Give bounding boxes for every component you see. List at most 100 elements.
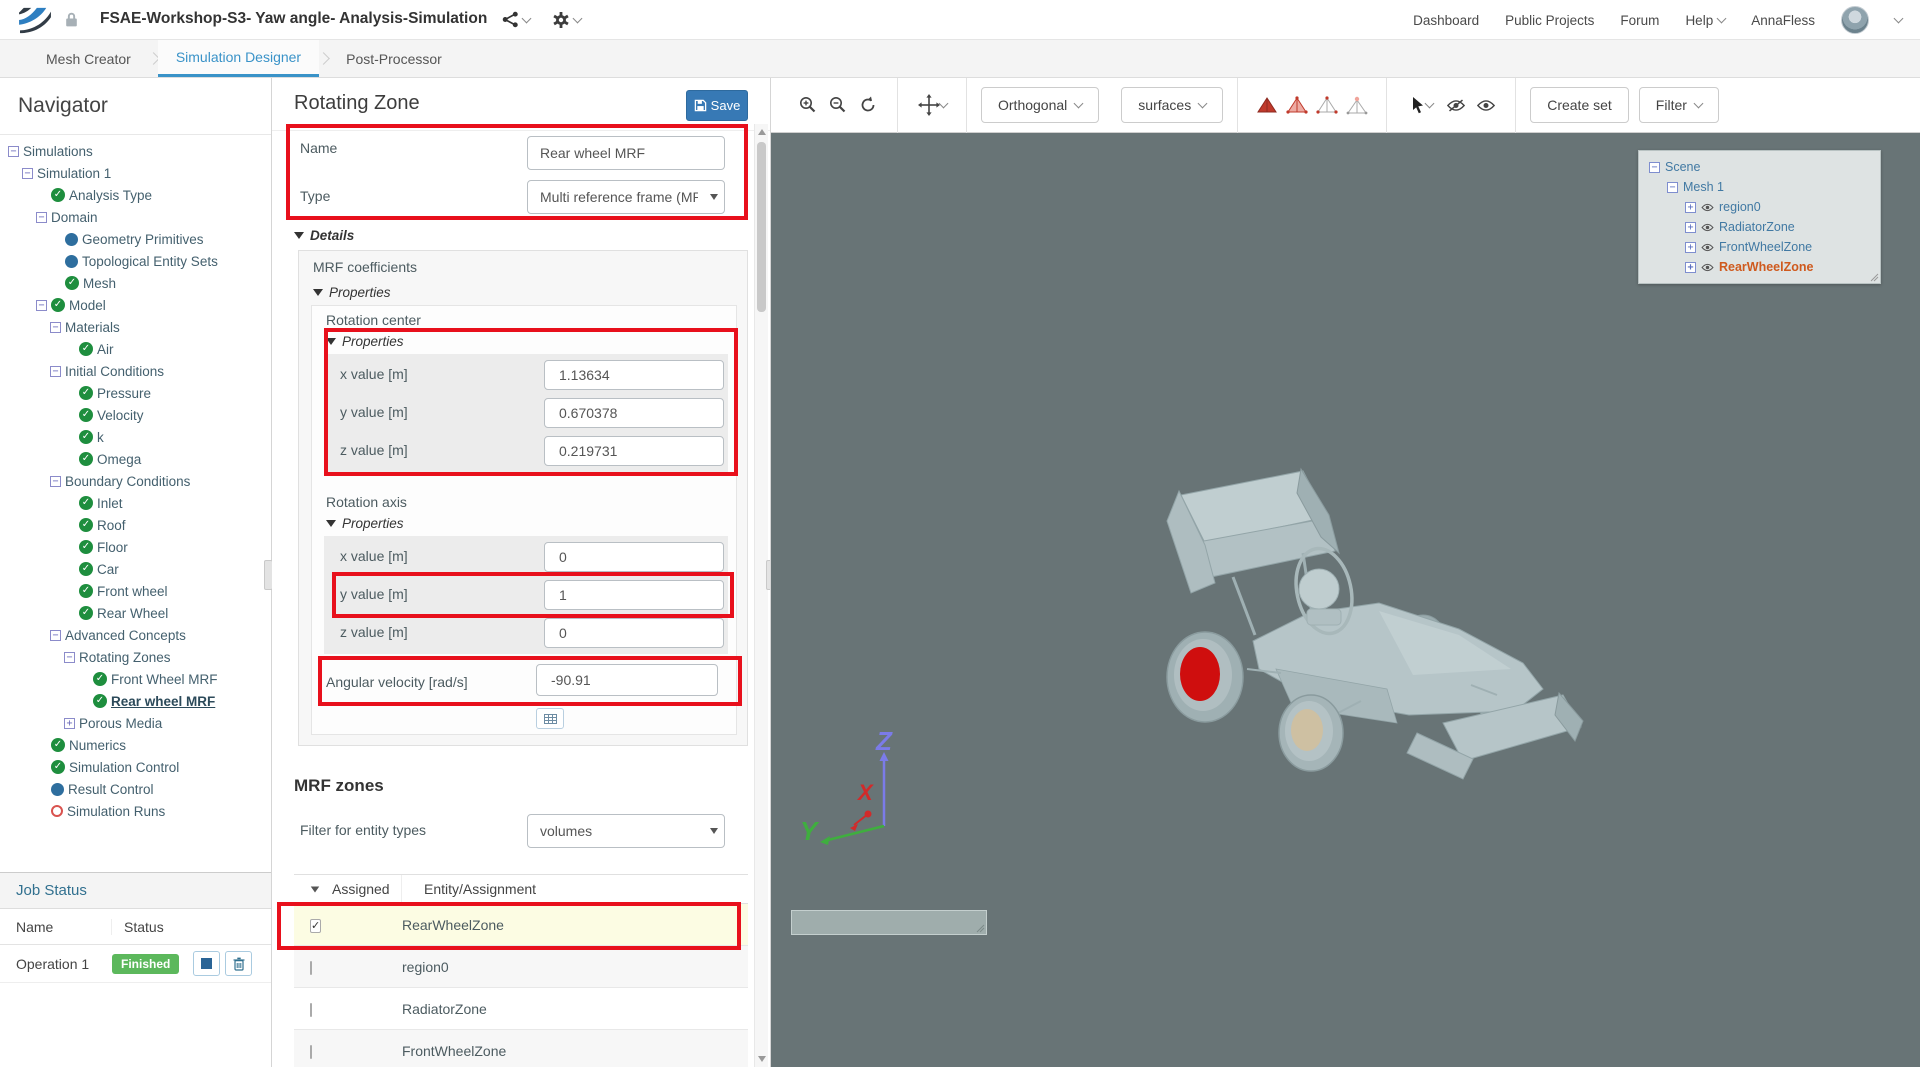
delete-job-button[interactable] — [225, 951, 253, 976]
mrf-zone-row-frontwheelzone[interactable]: FrontWheelZone — [294, 1030, 748, 1067]
tree-item-front-wheel[interactable]: ✓ Front wheel — [0, 580, 271, 602]
collapse-icon[interactable]: − — [50, 475, 61, 487]
tree-item-advanced-concepts[interactable]: − Advanced Concepts — [0, 624, 271, 646]
mrf-zone-row-radiatorzone[interactable]: RadiatorZone — [294, 988, 748, 1030]
resize-grip-icon[interactable] — [975, 923, 985, 933]
tab-mesh-creator[interactable]: Mesh Creator — [28, 40, 149, 77]
pan-button[interactable] — [912, 90, 952, 120]
simscale-logo-icon[interactable] — [16, 5, 54, 35]
settings-button[interactable] — [552, 11, 583, 29]
collapse-icon[interactable]: − — [1649, 161, 1660, 173]
expand-icon[interactable]: + — [1685, 221, 1696, 233]
scene-item-radiatorzone[interactable]: + RadiatorZone — [1639, 217, 1880, 237]
tree-item-roof[interactable]: ✓ Roof — [0, 514, 271, 536]
tree-item-pressure[interactable]: ✓ Pressure — [0, 382, 271, 404]
scroll-down-icon[interactable] — [758, 1056, 766, 1062]
resize-grip-icon[interactable] — [1869, 272, 1879, 282]
rotation-center-x-input[interactable] — [544, 360, 724, 390]
expand-icon[interactable]: + — [1685, 241, 1696, 253]
eye-icon[interactable] — [1701, 203, 1714, 212]
name-input[interactable] — [527, 136, 725, 170]
tree-item-numerics[interactable]: ✓ Numerics — [0, 734, 271, 756]
assigned-checkbox[interactable] — [310, 1003, 312, 1017]
avatar[interactable] — [1841, 6, 1869, 34]
rotation-axis-z-input[interactable] — [544, 618, 724, 648]
legend-box[interactable] — [791, 910, 987, 935]
tree-item-simulation-runs[interactable]: Simulation Runs — [0, 800, 271, 822]
mesh-quality-nodes-button[interactable] — [1342, 90, 1372, 120]
tree-item-simulations[interactable]: − Simulations — [0, 140, 271, 162]
chevron-down-icon[interactable] — [1893, 13, 1904, 24]
zoom-out-button[interactable] — [823, 90, 853, 120]
tree-item-inlet[interactable]: ✓ Inlet — [0, 492, 271, 514]
type-select[interactable] — [527, 180, 725, 214]
create-set-button[interactable]: Create set — [1530, 87, 1629, 123]
tree-item-analysis-type[interactable]: ✓ Analysis Type — [0, 184, 271, 206]
properties-toggle[interactable]: Properties — [313, 285, 391, 300]
save-button[interactable]: Save — [686, 90, 748, 121]
assigned-checkbox[interactable] — [310, 1045, 312, 1059]
collapse-icon[interactable]: − — [36, 211, 47, 223]
tab-simulation-designer[interactable]: Simulation Designer — [157, 40, 320, 77]
tree-item-boundary-conditions[interactable]: − Boundary Conditions — [0, 470, 271, 492]
entity-type-select[interactable] — [527, 814, 725, 848]
mrf-zone-row-region0[interactable]: region0 — [294, 946, 748, 988]
tree-item-air[interactable]: ✓ Air — [0, 338, 271, 360]
collapse-icon[interactable]: − — [50, 321, 61, 333]
share-button[interactable] — [502, 11, 532, 28]
rotation-center-y-input[interactable] — [544, 398, 724, 428]
filter-button[interactable]: Filter — [1638, 87, 1719, 123]
collapse-icon[interactable]: − — [50, 365, 61, 377]
collapse-icon[interactable]: − — [1667, 181, 1678, 193]
hide-selection-button[interactable] — [1441, 90, 1471, 120]
properties-toggle[interactable]: Properties — [326, 334, 404, 349]
tree-item-rear-wheel-mrf[interactable]: ✓ Rear wheel MRF — [0, 690, 271, 712]
zoom-in-button[interactable] — [793, 90, 823, 120]
scene-item-region0[interactable]: + region0 — [1639, 197, 1880, 217]
mrf-zone-row-rearwheelzone[interactable]: ✓ RearWheelZone — [294, 904, 748, 946]
3d-canvas[interactable]: − Scene − Mesh 1 + region0 + RadiatorZone + Front… — [771, 133, 1920, 1067]
mesh-quality-light-button[interactable] — [1282, 90, 1312, 120]
panel-scrollbar[interactable] — [754, 124, 768, 1067]
properties-toggle[interactable]: Properties — [326, 516, 404, 531]
tree-item-rear-wheel[interactable]: ✓ Rear Wheel — [0, 602, 271, 624]
tree-item-materials[interactable]: − Materials — [0, 316, 271, 338]
collapse-icon[interactable]: − — [64, 651, 75, 663]
header-link-dashboard[interactable]: Dashboard — [1413, 13, 1479, 28]
header-link-forum[interactable]: Forum — [1620, 13, 1659, 28]
table-input-button[interactable] — [536, 708, 564, 729]
mesh-quality-solid-button[interactable] — [1252, 90, 1282, 120]
tree-item-rotating-zones[interactable]: − Rotating Zones — [0, 646, 271, 668]
tree-item-simulation-control[interactable]: ✓ Simulation Control — [0, 756, 271, 778]
collapse-icon[interactable]: − — [36, 299, 47, 311]
tree-item-omega[interactable]: ✓ Omega — [0, 448, 271, 470]
header-link-help[interactable]: Help — [1685, 13, 1727, 28]
assigned-column-header[interactable]: Assigned — [294, 875, 402, 903]
collapse-icon[interactable]: − — [50, 629, 61, 641]
tree-item-floor[interactable]: ✓ Floor — [0, 536, 271, 558]
stop-job-button[interactable] — [193, 951, 221, 976]
header-link-public-projects[interactable]: Public Projects — [1505, 13, 1594, 28]
tree-item-car[interactable]: ✓ Car — [0, 558, 271, 580]
expand-icon[interactable]: + — [64, 717, 75, 729]
show-all-button[interactable] — [1471, 90, 1501, 120]
tree-item-domain[interactable]: − Domain — [0, 206, 271, 228]
tree-item-initial-conditions[interactable]: − Initial Conditions — [0, 360, 271, 382]
projection-select[interactable]: Orthogonal — [981, 87, 1100, 123]
collapse-icon[interactable]: − — [8, 145, 19, 157]
tree-item-simulation-1[interactable]: − Simulation 1 — [0, 162, 271, 184]
rotation-axis-x-input[interactable] — [544, 542, 724, 572]
assigned-checkbox[interactable]: ✓ — [310, 919, 322, 933]
details-toggle[interactable]: Details — [294, 228, 354, 243]
eye-icon[interactable] — [1701, 243, 1714, 252]
scene-item-rearwheelzone[interactable]: + RearWheelZone — [1639, 257, 1880, 277]
expand-icon[interactable]: + — [1685, 201, 1696, 213]
scrollbar-thumb[interactable] — [757, 142, 766, 312]
assigned-checkbox[interactable] — [310, 961, 312, 975]
eye-icon[interactable] — [1701, 223, 1714, 232]
scene-item-mesh-1[interactable]: − Mesh 1 — [1639, 177, 1880, 197]
scroll-up-icon[interactable] — [758, 129, 766, 135]
render-mode-select[interactable]: surfaces — [1121, 87, 1224, 123]
expand-icon[interactable]: + — [1685, 261, 1696, 273]
tree-item-model[interactable]: − ✓ Model — [0, 294, 271, 316]
